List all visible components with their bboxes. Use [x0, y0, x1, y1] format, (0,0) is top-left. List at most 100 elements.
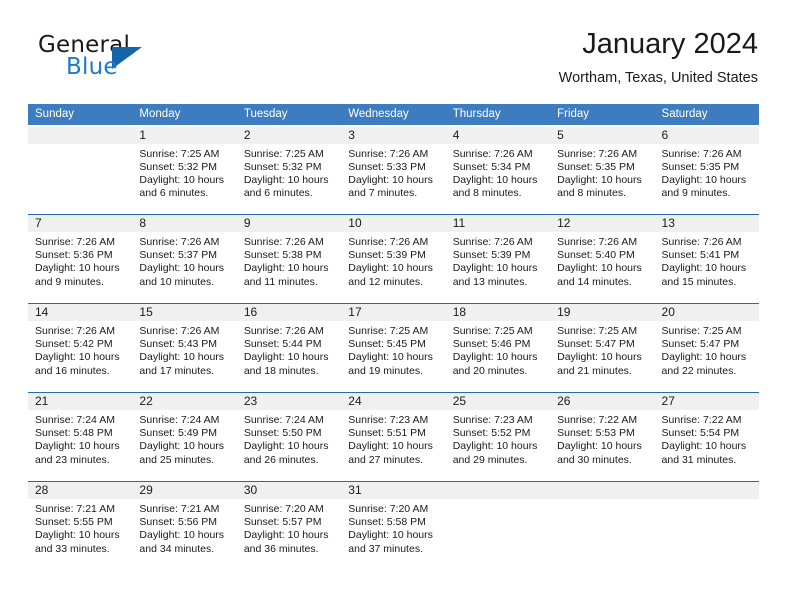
day-daylight-line1-text: Daylight: 10 hours — [661, 440, 747, 453]
day-sunset-text: Sunset: 5:35 PM — [661, 160, 740, 173]
day-cell[interactable]: 7 Sunrise: 7:26 AM Sunset: 5:36 PM Daylight… — [28, 215, 133, 303]
day-sun-info: Sunrise: 7:26 AM Sunset: 5:39 PM Daylight:… — [446, 232, 550, 289]
day-number-band: 1 — [132, 126, 237, 144]
day-sun-info: Sunrise: 7:23 AM Sunset: 5:52 PM Daylight:… — [446, 410, 550, 467]
day-sunset-text: Sunset: 5:35 PM — [557, 160, 635, 173]
day-sun-info: Sunrise: 7:26 AM Sunset: 5:35 PM Daylight:… — [655, 144, 759, 201]
day-cell[interactable]: 1 Sunrise: 7:25 AM Sunset: 5:32 PM Daylight… — [132, 126, 237, 215]
day-cell[interactable]: 9 Sunrise: 7:26 AM Sunset: 5:38 PM Daylight… — [236, 215, 342, 303]
day-daylight-line1-text: Daylight: 10 hours — [452, 262, 538, 275]
day-cell[interactable]: 15 Sunrise: 7:26 AM Sunset: 5:43 PM Dayligh… — [132, 304, 237, 392]
day-daylight-line1-text: Daylight: 10 hours — [348, 351, 433, 364]
day-daylight-line1-text: Daylight: 10 hours — [35, 529, 120, 542]
day-cell[interactable]: 14 Sunrise: 7:26 AM Sunset: 5:42 PM Dayligh… — [28, 304, 133, 392]
day-number-band: 5 — [550, 126, 655, 144]
day-sun-info: Sunrise: 7:20 AM Sunset: 5:57 PM Daylight:… — [237, 499, 341, 556]
day-sunrise-text: Sunrise: 7:21 AM — [35, 503, 115, 515]
day-sunset-text: Sunset: 5:37 PM — [139, 249, 218, 262]
day-daylight-line1-text: Daylight: 10 hours — [139, 351, 225, 364]
day-sun-info: Sunrise: 7:26 AM Sunset: 5:33 PM Daylight:… — [341, 144, 445, 201]
day-cell[interactable]: 16 Sunrise: 7:26 AM Sunset: 5:44 PM Dayligh… — [236, 304, 342, 392]
day-sunrise-text: Sunrise: 7:23 AM — [452, 414, 533, 426]
day-number-band: 14 — [28, 304, 133, 321]
day-daylight-line2-text: and 33 minutes. — [35, 542, 110, 555]
day-daylight-line1-text: Daylight: 10 hours — [557, 262, 642, 275]
day-cell[interactable]: 5 Sunrise: 7:26 AM Sunset: 5:35 PM Daylight… — [550, 126, 655, 215]
calendar-week-row: 1 Sunrise: 7:25 AM Sunset: 5:32 PM Daylight… — [28, 125, 759, 214]
day-cell[interactable]: 29 Sunrise: 7:21 AM Sunset: 5:56 PM Dayligh… — [132, 482, 237, 570]
calendar-grid: Sunday Monday Tuesday Wednesday Thursday Frid… — [28, 104, 759, 570]
day-cell[interactable]: 13 Sunrise: 7:26 AM Sunset: 5:41 PM Dayligh… — [654, 215, 759, 303]
day-sunrise-text: Sunrise: 7:26 AM — [557, 147, 638, 160]
day-daylight-line1-text: Daylight: 10 hours — [661, 351, 747, 364]
day-cell[interactable]: 2 Sunrise: 7:25 AM Sunset: 5:32 PM Daylight… — [236, 126, 342, 215]
day-daylight-line2-text: and 9 minutes. — [35, 275, 104, 288]
day-sun-info: Sunrise: 7:25 AM Sunset: 5:32 PM Daylight:… — [237, 144, 341, 201]
day-sunrise-text: Sunrise: 7:23 AM — [348, 414, 429, 426]
day-sunset-text: Sunset: 5:54 PM — [661, 427, 740, 440]
day-number: 5 — [557, 127, 564, 142]
day-cell[interactable]: 23 Sunrise: 7:24 AM Sunset: 5:50 PM Dayligh… — [236, 393, 342, 481]
day-number-band: 28 — [28, 482, 133, 499]
day-sun-info: Sunrise: 7:26 AM Sunset: 5:44 PM Daylight:… — [237, 321, 341, 378]
day-sun-info: Sunrise: 7:26 AM Sunset: 5:36 PM Daylight:… — [28, 232, 132, 289]
day-sunrise-text: Sunrise: 7:26 AM — [35, 236, 115, 248]
day-daylight-line1-text: Daylight: 10 hours — [557, 173, 642, 186]
day-sunset-text: Sunset: 5:39 PM — [348, 249, 426, 262]
day-cell[interactable]: 6 Sunrise: 7:26 AM Sunset: 5:35 PM Daylight… — [654, 126, 759, 215]
day-cell[interactable]: 27 Sunrise: 7:22 AM Sunset: 5:54 PM Dayligh… — [654, 393, 759, 481]
day-cell[interactable]: 18 Sunrise: 7:25 AM Sunset: 5:46 PM Dayligh… — [445, 304, 551, 392]
day-cell[interactable]: 19 Sunrise: 7:25 AM Sunset: 5:47 PM Dayligh… — [550, 304, 655, 392]
day-cell[interactable]: 25 Sunrise: 7:23 AM Sunset: 5:52 PM Dayligh… — [445, 393, 551, 481]
day-sunset-text: Sunset: 5:32 PM — [139, 160, 218, 173]
day-cell[interactable]: 28 Sunrise: 7:21 AM Sunset: 5:55 PM Dayligh… — [28, 482, 133, 570]
day-sunset-text: Sunset: 5:46 PM — [452, 338, 531, 351]
day-number-band: 26 — [550, 393, 655, 410]
day-cell[interactable]: 24 Sunrise: 7:23 AM Sunset: 5:51 PM Dayligh… — [341, 393, 446, 481]
day-daylight-line1-text: Daylight: 10 hours — [452, 173, 538, 186]
day-sun-info: Sunrise: 7:26 AM Sunset: 5:34 PM Daylight:… — [446, 144, 550, 201]
day-cell[interactable]: 10 Sunrise: 7:26 AM Sunset: 5:39 PM Dayligh… — [341, 215, 446, 303]
day-number: 12 — [557, 216, 571, 230]
day-sunrise-text: Sunrise: 7:25 AM — [139, 147, 220, 160]
day-cell-empty — [28, 126, 133, 215]
day-number-band: 15 — [132, 304, 237, 321]
day-sun-info: Sunrise: 7:26 AM Sunset: 5:35 PM Daylight:… — [550, 144, 654, 201]
day-daylight-line2-text: and 23 minutes. — [35, 453, 110, 466]
day-sunset-text: Sunset: 5:43 PM — [139, 338, 218, 351]
day-sunset-text: Sunset: 5:52 PM — [452, 427, 531, 440]
day-cell[interactable]: 8 Sunrise: 7:26 AM Sunset: 5:37 PM Daylight… — [132, 215, 237, 303]
day-cell[interactable]: 30 Sunrise: 7:20 AM Sunset: 5:57 PM Dayligh… — [236, 482, 342, 570]
day-cell[interactable]: 12 Sunrise: 7:26 AM Sunset: 5:40 PM Dayligh… — [550, 215, 655, 303]
general-blue-logo[interactable]: General Blue — [38, 34, 218, 90]
day-sun-info: Sunrise: 7:26 AM Sunset: 5:39 PM Daylight:… — [341, 232, 445, 289]
day-number-band: 23 — [236, 393, 342, 410]
day-cell[interactable]: 3 Sunrise: 7:26 AM Sunset: 5:33 PM Daylight… — [341, 126, 446, 215]
day-sun-info: Sunrise: 7:25 AM Sunset: 5:45 PM Daylight:… — [341, 321, 445, 378]
day-number-band: 21 — [28, 393, 133, 410]
day-daylight-line1-text: Daylight: 10 hours — [348, 529, 433, 542]
day-number-band: 11 — [445, 215, 551, 232]
day-cell[interactable]: 31 Sunrise: 7:20 AM Sunset: 5:58 PM Dayligh… — [341, 482, 446, 570]
day-cell[interactable]: 26 Sunrise: 7:22 AM Sunset: 5:53 PM Dayligh… — [550, 393, 655, 481]
day-number: 25 — [452, 394, 467, 408]
day-number-band: 25 — [445, 393, 551, 410]
day-daylight-line2-text: and 16 minutes. — [35, 364, 110, 377]
weekday-header-row: Sunday Monday Tuesday Wednesday Thursday Frid… — [28, 104, 759, 125]
day-daylight-line1-text: Daylight: 10 hours — [661, 173, 747, 186]
day-cell[interactable]: 11 Sunrise: 7:26 AM Sunset: 5:39 PM Dayligh… — [445, 215, 551, 303]
day-sunset-text: Sunset: 5:47 PM — [661, 338, 740, 351]
day-cell[interactable]: 22 Sunrise: 7:24 AM Sunset: 5:49 PM Dayligh… — [132, 393, 237, 481]
day-cell[interactable]: 17 Sunrise: 7:25 AM Sunset: 5:45 PM Dayligh… — [341, 304, 446, 392]
day-daylight-line1-text: Daylight: 10 hours — [557, 440, 642, 453]
day-cell[interactable]: 21 Sunrise: 7:24 AM Sunset: 5:48 PM Dayligh… — [28, 393, 133, 481]
weekday-header-sunday: Sunday — [35, 108, 75, 120]
day-sunset-text: Sunset: 5:41 PM — [661, 249, 740, 262]
day-cell[interactable]: 4 Sunrise: 7:26 AM Sunset: 5:34 PM Daylight… — [445, 126, 551, 215]
day-daylight-line2-text: and 21 minutes. — [557, 364, 632, 377]
day-daylight-line2-text: and 12 minutes. — [348, 275, 423, 288]
day-cell[interactable]: 20 Sunrise: 7:25 AM Sunset: 5:47 PM Dayligh… — [654, 304, 759, 392]
day-daylight-line2-text: and 31 minutes. — [661, 453, 737, 466]
day-sunset-text: Sunset: 5:58 PM — [348, 516, 426, 529]
day-number: 9 — [243, 216, 251, 230]
